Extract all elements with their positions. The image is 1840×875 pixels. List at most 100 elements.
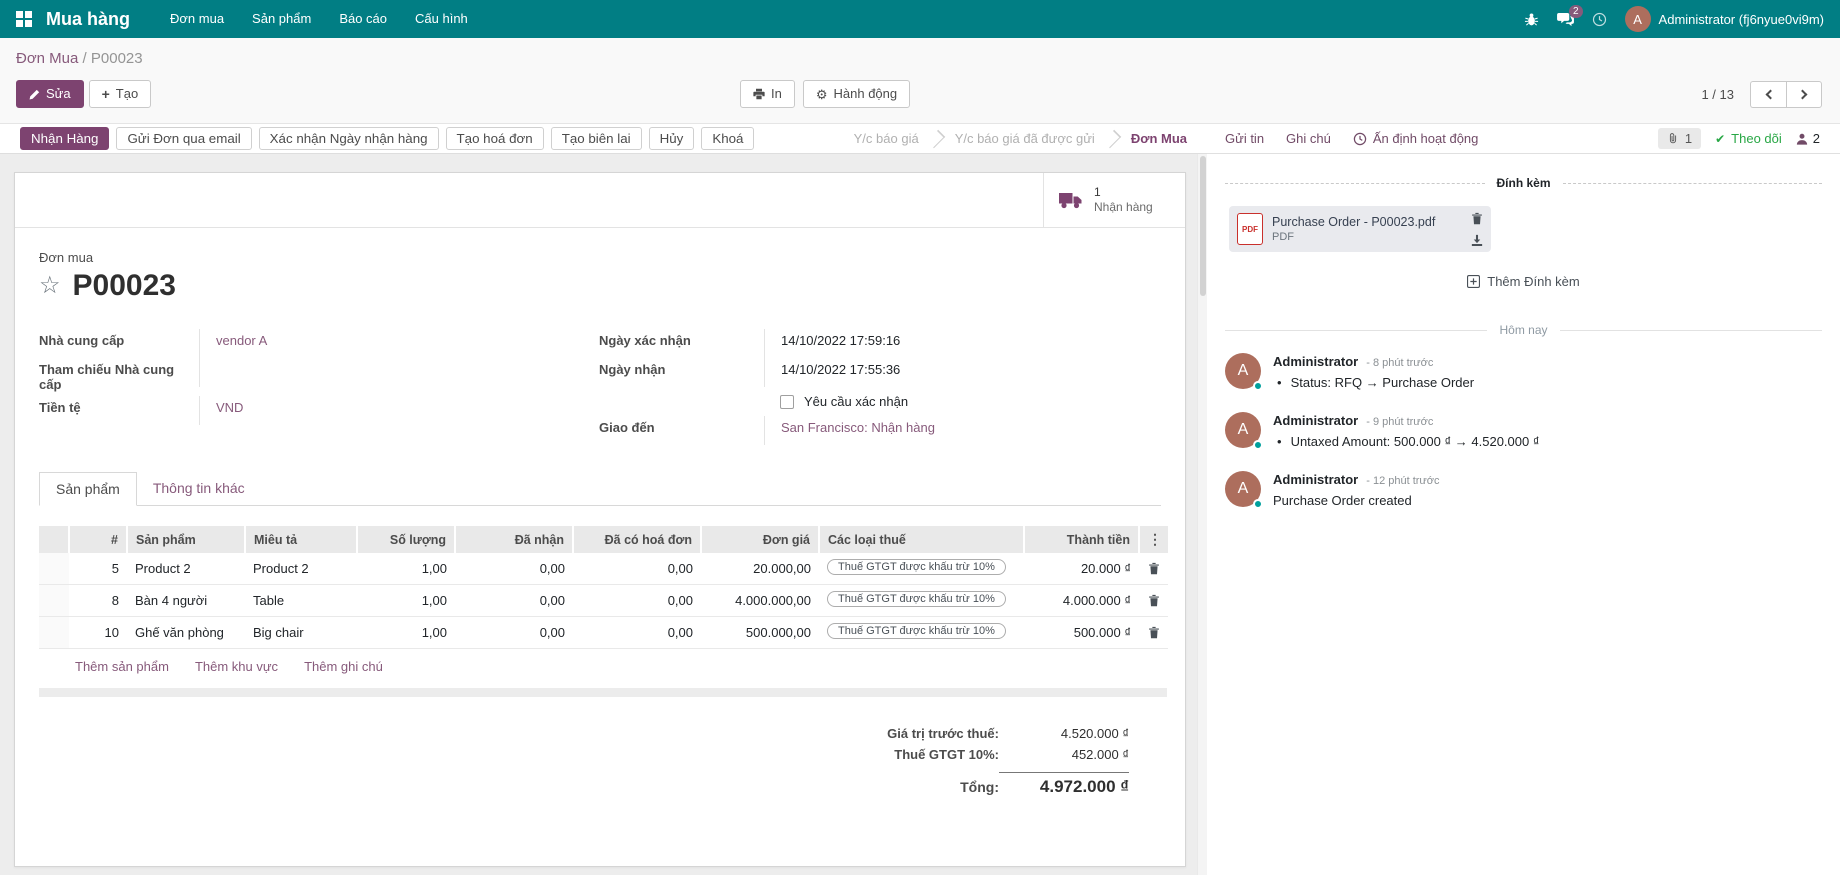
vendor-value[interactable]: vendor A xyxy=(216,333,267,348)
table-row[interactable]: 5 Product 2 Product 2 1,00 0,00 0,00 20.… xyxy=(39,553,1168,585)
breadcrumb-parent[interactable]: Đơn Mua xyxy=(16,50,78,67)
user-name: Administrator (fj6nyue0vi9m) xyxy=(1659,12,1824,27)
column-header-billed[interactable]: Đã có hoá đơn xyxy=(573,526,701,553)
online-status-dot xyxy=(1253,499,1263,509)
message-author[interactable]: Administrator xyxy=(1273,413,1358,428)
activities-clock-icon[interactable] xyxy=(1592,12,1607,27)
step-rfq-sent[interactable]: Y/c báo giá đã được gửi xyxy=(955,131,1095,146)
create-button[interactable]: + Tạo xyxy=(89,80,152,108)
vendor-reference-value[interactable] xyxy=(199,358,599,387)
message-time: - 12 phút trước xyxy=(1366,475,1439,487)
step-rfq[interactable]: Y/c báo giá xyxy=(854,131,919,146)
column-header-subtotal[interactable]: Thành tiền xyxy=(1024,526,1139,553)
deliver-to-value[interactable]: San Francisco: Nhận hàng xyxy=(781,420,935,435)
delete-row-icon[interactable] xyxy=(1147,626,1160,639)
apps-grid-icon[interactable] xyxy=(16,11,32,27)
step-purchase-order[interactable]: Đơn Mua xyxy=(1131,131,1187,146)
add-attachment-button[interactable]: Thêm Đính kèm xyxy=(1207,274,1840,289)
table-row[interactable]: 8 Bàn 4 người Table 1,00 0,00 0,00 4.000… xyxy=(39,585,1168,617)
message-author[interactable]: Administrator xyxy=(1273,354,1358,369)
column-header-quantity[interactable]: Số lượng xyxy=(357,526,455,553)
action-menu-button[interactable]: ⚙ Hành động xyxy=(803,80,910,108)
attachment-card[interactable]: PDF Purchase Order - P00023.pdf PDF xyxy=(1229,206,1491,252)
follow-button[interactable]: ✔ Theo dõi xyxy=(1715,131,1782,146)
form-column: Nhận Hàng Gửi Đơn qua email Xác nhận Ngà… xyxy=(0,124,1207,875)
column-header-received[interactable]: Đã nhận xyxy=(455,526,573,553)
cancel-button[interactable]: Hủy xyxy=(649,127,695,150)
breadcrumb-current: P00023 xyxy=(91,50,143,67)
drag-handle-cell[interactable] xyxy=(39,617,69,649)
table-row[interactable]: 10 Ghế văn phòng Big chair 1,00 0,00 0,0… xyxy=(39,617,1168,649)
drag-handle-cell[interactable] xyxy=(39,553,69,585)
messages-icon[interactable]: 2 xyxy=(1557,12,1574,27)
followers-button[interactable]: 2 xyxy=(1796,131,1820,146)
messages-badge: 2 xyxy=(1569,5,1583,18)
receive-products-button[interactable]: Nhận Hàng xyxy=(20,127,109,150)
attachments-title: Đính kèm xyxy=(1497,176,1551,190)
favorite-star-icon[interactable]: ☆ xyxy=(39,274,61,298)
app-brand[interactable]: Mua hàng xyxy=(46,9,130,30)
send-by-email-button[interactable]: Gửi Đơn qua email xyxy=(116,127,251,150)
add-note-link[interactable]: Thêm ghi chú xyxy=(304,659,383,674)
confirm-receipt-date-button[interactable]: Xác nhận Ngày nhận hàng xyxy=(259,127,439,150)
user-menu[interactable]: A Administrator (fj6nyue0vi9m) xyxy=(1625,6,1824,32)
column-header-unit-price[interactable]: Đơn giá xyxy=(701,526,819,553)
delete-row-icon[interactable] xyxy=(1147,562,1160,575)
vertical-scrollbar[interactable] xyxy=(1197,154,1207,875)
create-receipt-button[interactable]: Tạo biên lai xyxy=(551,127,642,150)
create-bill-button[interactable]: Tạo hoá đơn xyxy=(446,127,544,150)
person-icon xyxy=(1796,133,1808,145)
add-product-link[interactable]: Thêm sản phẩm xyxy=(75,659,169,674)
delete-attachment-icon[interactable] xyxy=(1471,212,1483,225)
vendor-label: Nhà cung cấp xyxy=(39,329,199,352)
menu-products[interactable]: Sản phẩm xyxy=(238,0,325,38)
print-button[interactable]: In xyxy=(740,80,795,108)
attachments-toggle-button[interactable]: 1 xyxy=(1658,128,1701,149)
lock-button[interactable]: Khoá xyxy=(701,127,754,150)
confirmation-date-value[interactable]: 14/10/2022 17:59:16 xyxy=(764,329,1161,358)
receipt-label: Nhận hàng xyxy=(1094,200,1153,215)
online-status-dot xyxy=(1253,440,1263,450)
tax-amount-label: Thuế GTGT 10%: xyxy=(894,747,999,762)
currency-value[interactable]: VND xyxy=(216,400,243,415)
send-message-button[interactable]: Gửi tin xyxy=(1225,131,1264,146)
paperclip-icon xyxy=(1667,132,1679,145)
untaxed-amount-label: Giá trị trước thuế: xyxy=(887,726,999,741)
ask-confirmation-checkbox[interactable] xyxy=(780,395,794,409)
message-time: - 9 phút trước xyxy=(1366,416,1433,428)
step-chevron-icon xyxy=(1103,129,1121,147)
message[interactable]: A Administrator - 12 phút trước Purchase… xyxy=(1207,455,1840,514)
edit-button[interactable]: Sửa xyxy=(16,80,84,108)
pager-value: 1 / 13 xyxy=(1701,87,1734,102)
message[interactable]: A Administrator - 9 phút trước Untaxed A… xyxy=(1207,396,1840,455)
page-title: P00023 xyxy=(73,269,176,303)
column-header-number[interactable]: # xyxy=(69,526,127,553)
message[interactable]: A Administrator - 8 phút trước Status: R… xyxy=(1207,337,1840,396)
delete-row-icon[interactable] xyxy=(1147,594,1160,607)
tab-other-info[interactable]: Thông tin khác xyxy=(137,472,261,506)
add-section-link[interactable]: Thêm khu vực xyxy=(195,659,278,674)
print-action-group: In ⚙ Hành động xyxy=(740,80,910,108)
pager-previous-button[interactable] xyxy=(1750,81,1786,108)
menu-configuration[interactable]: Cấu hình xyxy=(401,0,482,38)
log-note-button[interactable]: Ghi chú xyxy=(1286,131,1331,146)
scrollbar-thumb[interactable] xyxy=(1200,156,1206,296)
pager-next-button[interactable] xyxy=(1786,81,1822,108)
download-attachment-icon[interactable] xyxy=(1471,234,1483,246)
receipt-date-value[interactable]: 14/10/2022 17:55:36 xyxy=(764,358,1161,387)
receipt-stat-button[interactable]: 1 Nhận hàng xyxy=(1043,173,1185,227)
message-author[interactable]: Administrator xyxy=(1273,472,1358,487)
attachment-name[interactable]: Purchase Order - P00023.pdf xyxy=(1272,215,1462,229)
menu-orders[interactable]: Đơn mua xyxy=(156,0,238,38)
field-group-left: Nhà cung cấp vendor A Tham chiếu Nhà cun… xyxy=(39,329,599,445)
column-header-taxes[interactable]: Các loại thuế xyxy=(819,526,1024,553)
schedule-activity-button[interactable]: Ấn định hoạt động xyxy=(1353,131,1479,146)
menu-reporting[interactable]: Báo cáo xyxy=(325,0,401,38)
optional-columns-icon[interactable]: ⋮ xyxy=(1148,531,1160,548)
plus-icon: + xyxy=(102,87,110,101)
column-header-product[interactable]: Sản phẩm xyxy=(127,526,245,553)
drag-handle-cell[interactable] xyxy=(39,585,69,617)
tab-products[interactable]: Sản phẩm xyxy=(39,472,137,506)
debug-bug-icon[interactable] xyxy=(1524,12,1539,27)
column-header-description[interactable]: Miêu tả xyxy=(245,526,357,553)
